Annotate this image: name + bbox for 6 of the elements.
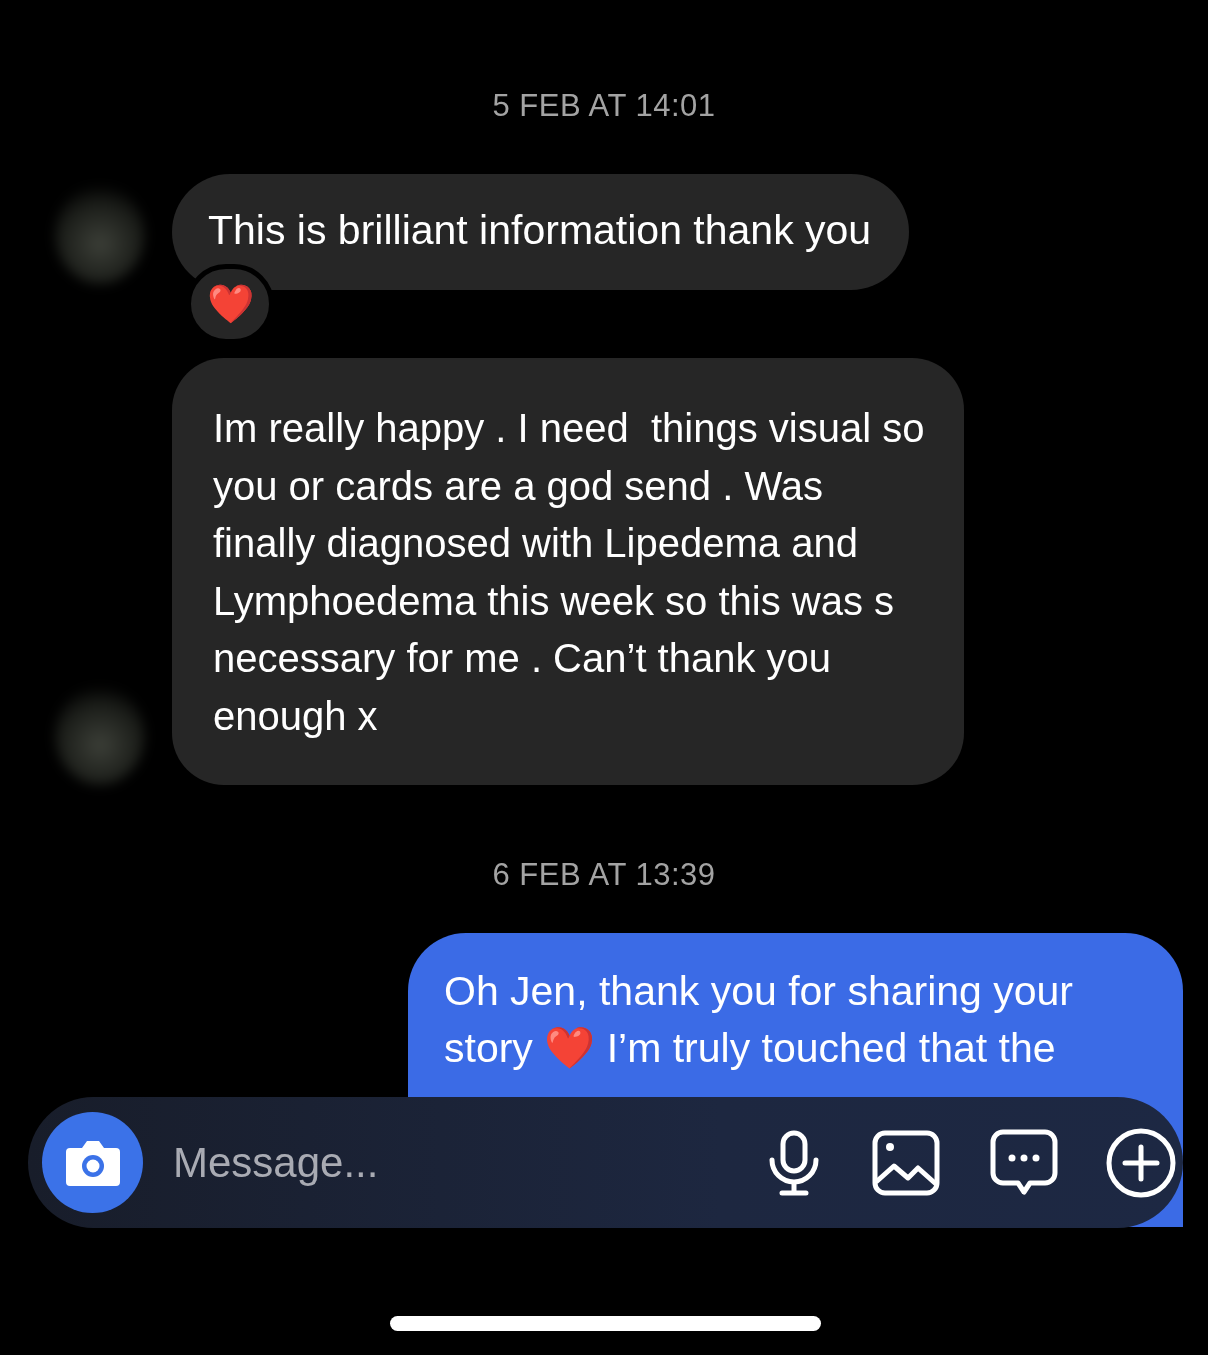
plus-icon[interactable]: [1106, 1127, 1176, 1198]
message-bubble: Im really happy . I need things visual so you or cards are a god send . Was finally diagnosed with Lipedema and Lymphoedema this week so this was s necessary for me . Can’t thank you enough x: [172, 358, 965, 785]
image-icon[interactable]: [872, 1129, 940, 1196]
timestamp: 5 FEB AT 14:01: [492, 88, 716, 124]
timestamp: 6 FEB AT 13:39: [492, 857, 716, 893]
chat-icon[interactable]: [990, 1128, 1058, 1197]
